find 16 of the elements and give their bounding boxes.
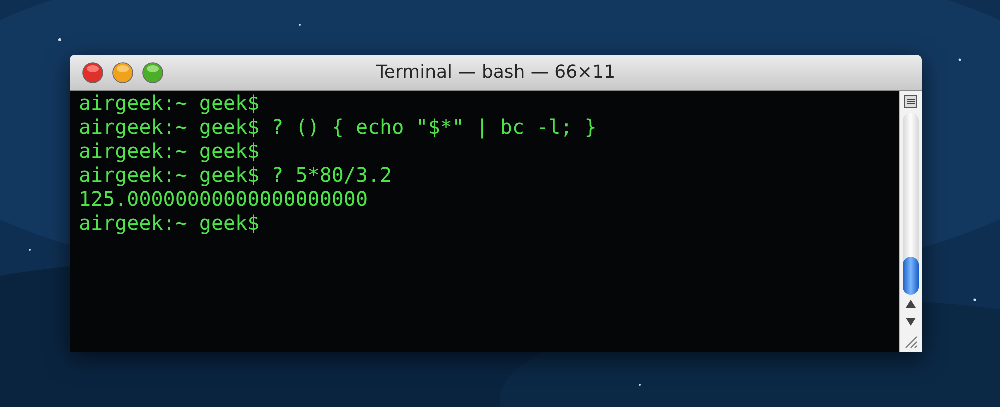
scroll-thumb[interactable] [903,257,919,295]
minimize-button[interactable] [112,62,134,84]
split-pane-icon[interactable] [904,95,918,109]
close-button[interactable] [82,62,104,84]
terminal-line: airgeek:~ geek$ [79,211,260,235]
terminal-line: airgeek:~ geek$ [79,91,260,115]
terminal-line: airgeek:~ geek$ ? () { echo "$*" | bc -l; } [79,115,597,139]
down-arrow-icon[interactable] [905,317,917,327]
up-arrow-icon[interactable] [905,299,917,309]
terminal-line: airgeek:~ geek$ ? 5*80/3.2 [79,163,392,187]
terminal-line: 125.00000000000000000000 [79,187,368,211]
resize-grip-icon[interactable] [904,335,918,349]
window-title: Terminal — bash — 66×11 [376,62,616,83]
terminal-line: airgeek:~ geek$ [79,139,260,163]
zoom-button[interactable] [142,62,164,84]
scroll-bar[interactable] [899,91,922,352]
